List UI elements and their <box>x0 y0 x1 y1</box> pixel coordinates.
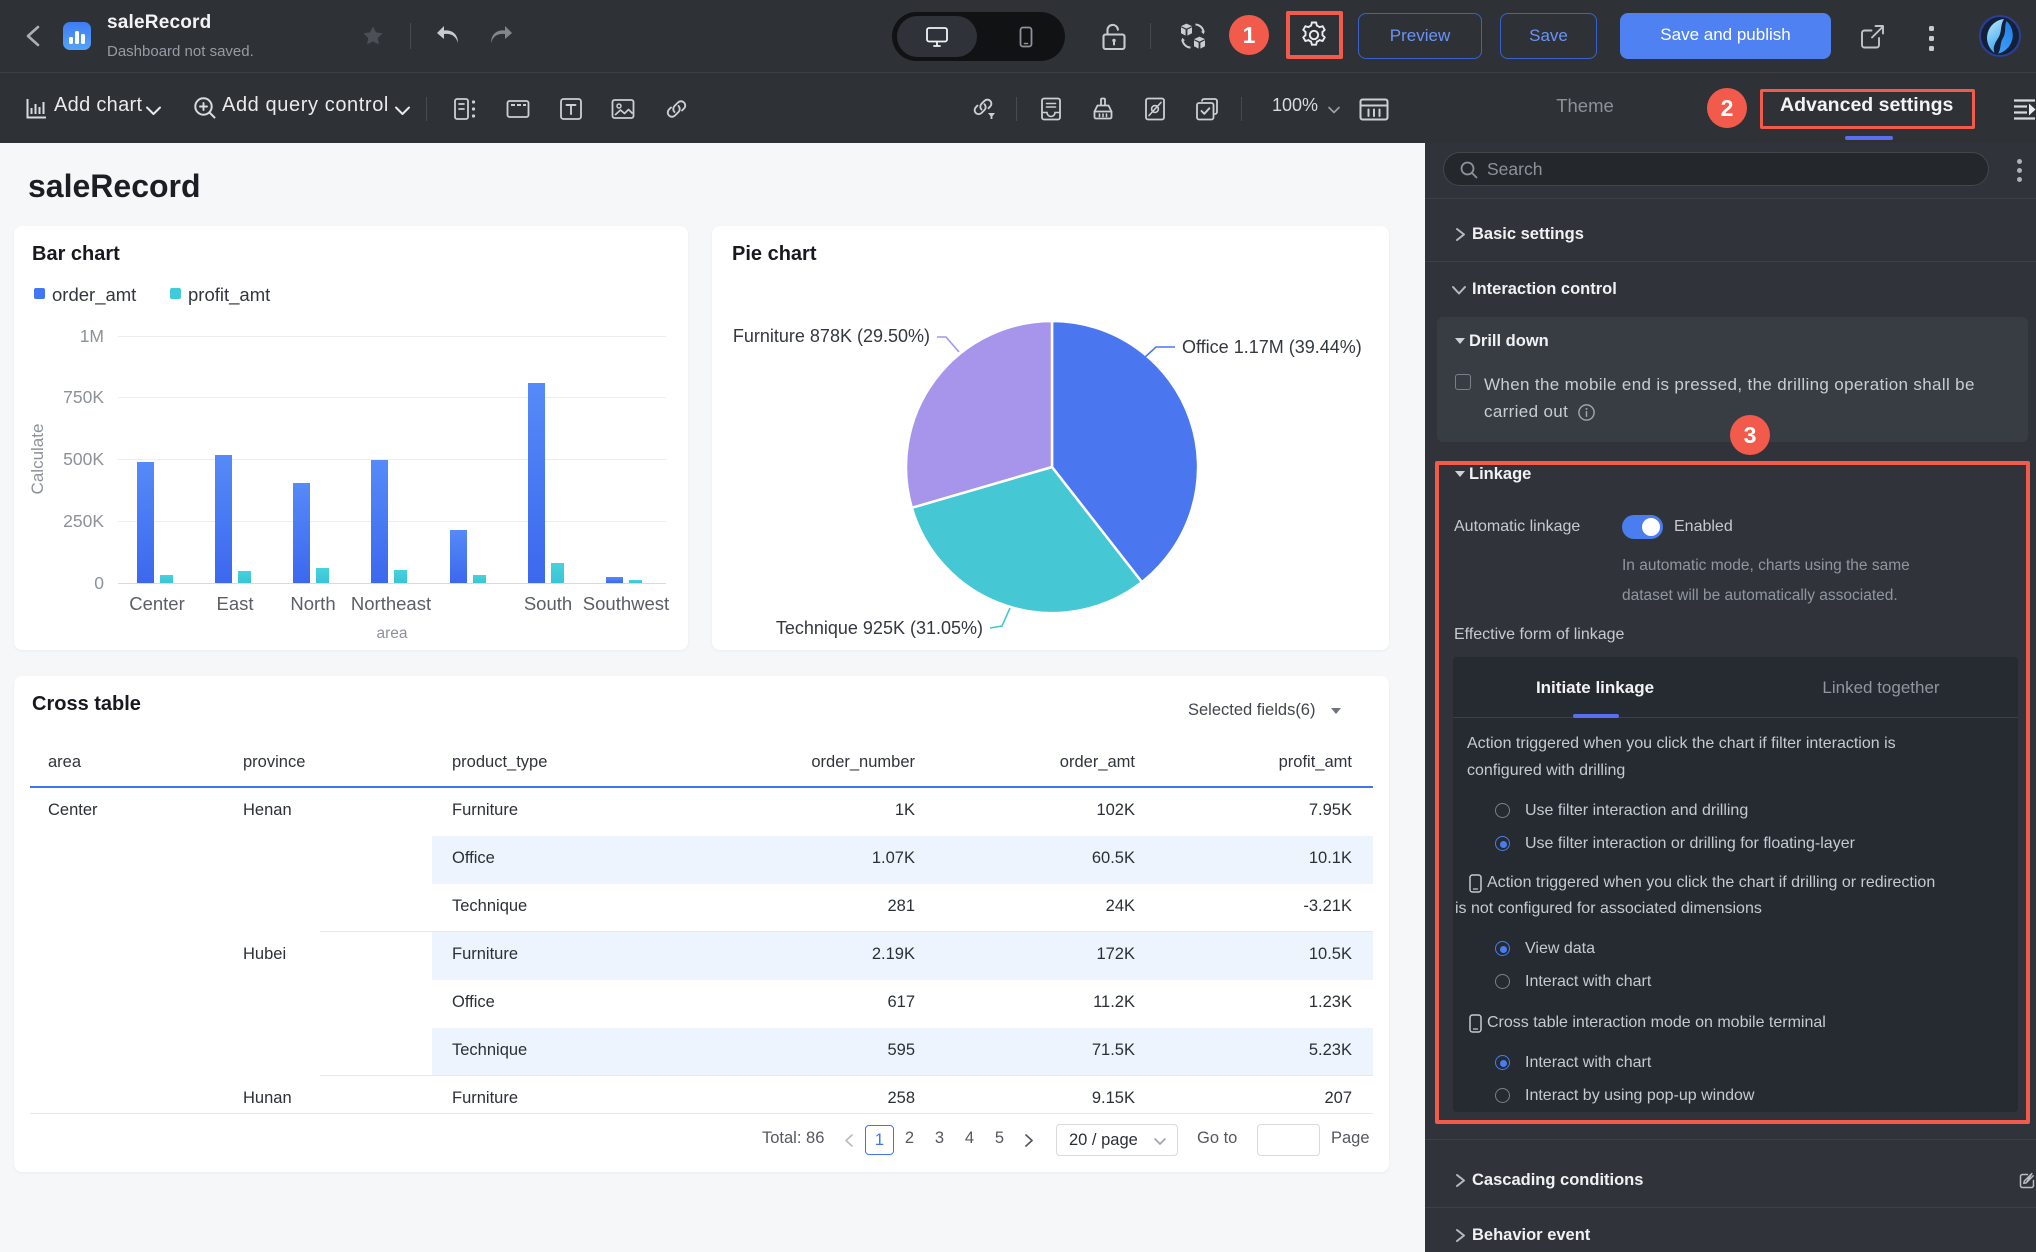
svg-text:Office 1.17M (39.44%): Office 1.17M (39.44%) <box>1182 337 1362 357</box>
svg-text:Furniture 878K (29.50%): Furniture 878K (29.50%) <box>733 326 930 346</box>
svg-text:Southwest: Southwest <box>583 593 669 614</box>
svg-text:500K: 500K <box>63 449 104 469</box>
svg-text:area: area <box>376 625 407 642</box>
svg-text:North: North <box>290 593 335 614</box>
svg-text:Center: Center <box>129 593 185 614</box>
svg-text:South: South <box>524 593 572 614</box>
svg-text:750K: 750K <box>63 387 104 407</box>
svg-text:0: 0 <box>94 573 104 593</box>
svg-text:East: East <box>216 593 253 614</box>
svg-text:Technique 925K (31.05%): Technique 925K (31.05%) <box>776 618 983 638</box>
svg-text:Northeast: Northeast <box>351 593 431 614</box>
svg-text:order_amt: order_amt <box>52 284 136 306</box>
svg-text:profit_amt: profit_amt <box>188 284 270 306</box>
svg-text:250K: 250K <box>63 511 104 531</box>
svg-text:1M: 1M <box>80 326 104 346</box>
svg-text:Calculate: Calculate <box>28 424 47 495</box>
